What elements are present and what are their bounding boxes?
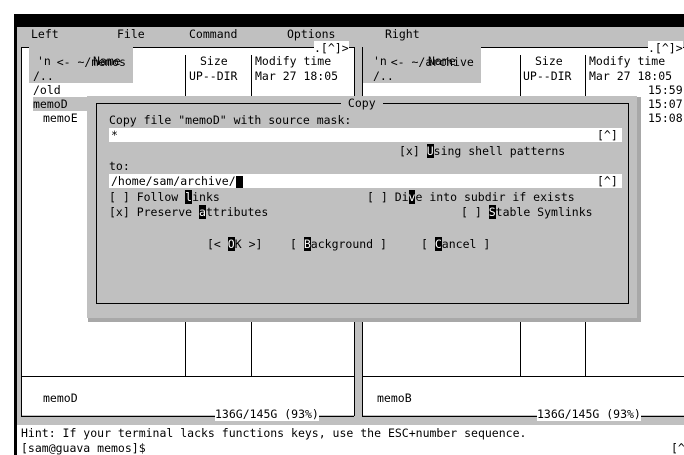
menu-options[interactable]: Options <box>287 27 335 41</box>
file-mtime: 15:08 <box>648 111 683 125</box>
left-col-name[interactable]: Name <box>93 54 121 68</box>
file-row[interactable]: memoE <box>43 111 78 125</box>
left-mini-status: memoD <box>43 391 78 405</box>
right-path-prefix[interactable]: <- <box>391 55 405 69</box>
file-size: UP--DIR <box>523 69 572 83</box>
file-mtime: 15:07 <box>648 97 683 111</box>
hint-line: Hint: If your terminal lacks functions k… <box>21 426 527 440</box>
destination-history-button[interactable]: [^] <box>597 174 618 188</box>
left-path-controls[interactable]: .[^]> <box>314 41 349 55</box>
file-mtime: Mar 27 18:05 <box>589 69 673 83</box>
dialog-title: Copy <box>341 96 383 110</box>
source-mask-input[interactable]: * [^] <box>109 128 622 142</box>
shell-prompt[interactable]: [sam@guava memos]$ <box>21 441 146 455</box>
source-mask-label: Copy file "memoD" with source mask: <box>109 113 352 127</box>
destination-input[interactable]: /home/sam/archive/ [^] <box>109 174 622 188</box>
file-row[interactable]: /.. <box>33 69 54 83</box>
stable-symlinks-checkbox[interactable]: [ ] Stable Symlinks <box>461 205 593 219</box>
right-col-mtime[interactable]: Modify time <box>589 54 665 68</box>
cancel-button[interactable]: [ Cancel ] <box>421 237 490 251</box>
dive-subdir-checkbox[interactable]: [ ] Dive into subdir if exists <box>367 190 575 204</box>
ok-button[interactable]: [< OK >] <box>207 237 262 251</box>
menu-left[interactable]: Left <box>31 27 59 41</box>
menu-command[interactable]: Command <box>189 27 237 41</box>
source-history-button[interactable]: [^] <box>597 128 618 142</box>
copy-dialog: Copy Copy file "memoD" with source mask:… <box>87 96 637 318</box>
left-disk-usage: 136G/145G (93%) <box>215 407 319 421</box>
destination-value: /home/sam/archive/ <box>111 174 236 188</box>
destination-label: to: <box>109 159 130 173</box>
left-col-size[interactable]: Size <box>200 54 228 68</box>
prompt-history-button[interactable]: [^ <box>671 441 684 455</box>
left-col-mtime[interactable]: Modify time <box>255 54 331 68</box>
file-size: UP--DIR <box>189 69 238 83</box>
source-mask-value: * <box>111 128 118 142</box>
right-disk-usage: 136G/145G (93%) <box>537 407 641 421</box>
file-mtime: 15:59 <box>648 83 683 97</box>
text-cursor <box>235 175 243 188</box>
terminal-screen: Left File Command Options Right <- ~/mem… <box>17 27 684 455</box>
background-button[interactable]: [ Background ] <box>290 237 387 251</box>
right-path-controls[interactable]: .[^]> <box>648 41 683 55</box>
follow-links-checkbox[interactable]: [ ] Follow links <box>109 190 220 204</box>
shell-patterns-checkbox[interactable]: [x] Using shell patterns <box>399 144 565 158</box>
right-col-size[interactable]: Size <box>535 54 563 68</box>
menu-file[interactable]: File <box>117 27 145 41</box>
file-row[interactable]: /.. <box>373 69 394 83</box>
right-sort-indicator[interactable]: 'n <box>373 54 387 68</box>
right-mini-status: memoB <box>377 391 412 405</box>
file-mtime: Mar 27 18:05 <box>255 69 339 83</box>
menu-right[interactable]: Right <box>385 27 420 41</box>
left-path-prefix[interactable]: <- <box>57 55 71 69</box>
menu-bar: Left File Command Options Right <box>17 27 684 41</box>
preserve-attributes-checkbox[interactable]: [x] Preserve attributes <box>109 205 268 219</box>
left-sort-indicator[interactable]: 'n <box>37 54 51 68</box>
file-row-selected[interactable]: memoD <box>33 97 93 111</box>
file-row[interactable]: /old <box>33 83 61 97</box>
right-col-name[interactable]: Name <box>428 54 456 68</box>
